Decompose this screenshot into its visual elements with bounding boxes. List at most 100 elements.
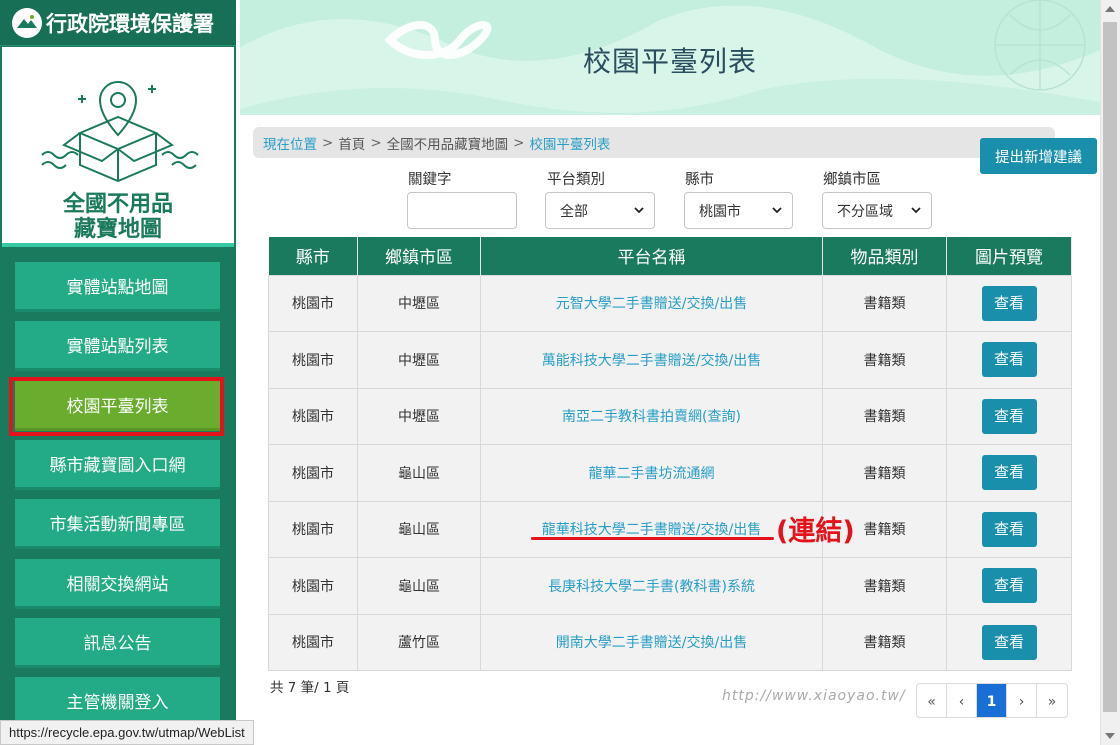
header-county: 縣市: [268, 237, 358, 275]
category-select-value: 全部: [560, 203, 588, 220]
status-bar-url: https://recycle.epa.gov.tw/utmap/WebList: [0, 720, 254, 745]
treasure-box-icon: [41, 81, 199, 183]
cell-category: 書籍類: [822, 613, 947, 671]
breadcrumb: 現在位置 > 首頁 > 全國不用品藏寶地圖 > 校園平臺列表: [253, 127, 1055, 158]
scroll-up-icon[interactable]: [1104, 4, 1116, 14]
cell-preview: 查看: [946, 274, 1072, 332]
suggest-new-button[interactable]: 提出新增建議: [980, 138, 1097, 174]
platform-link[interactable]: 元智大學二手書贈送/交換/出售: [480, 274, 823, 332]
breadcrumb-separator: >: [322, 134, 334, 151]
county-label: 縣市: [685, 172, 714, 188]
link-annotation: (連結): [776, 516, 855, 547]
chevron-down-icon: [911, 207, 921, 214]
treasure-map-banner[interactable]: 全國不用品 藏寶地圖: [2, 47, 234, 247]
table-row: 桃園市 龜山區 龍華二手書坊流通網 書籍類 查看: [268, 444, 1072, 502]
platform-link[interactable]: 長庚科技大學二手書(教科書)系統: [480, 557, 823, 615]
breadcrumb-separator: >: [370, 134, 382, 151]
annotation-underline: [531, 537, 774, 540]
cell-preview: 查看: [946, 500, 1072, 558]
record-count: 共 7 筆/ 1 頁: [270, 680, 350, 696]
page-title: 校園平臺列表: [582, 45, 757, 78]
district-select-value: 不分區域: [837, 203, 893, 220]
page-1-button[interactable]: 1: [977, 684, 1007, 717]
scrollbar-thumb[interactable]: [1103, 22, 1117, 712]
banner-title-line2: 藏寶地圖: [73, 217, 162, 242]
cell-category: 書籍類: [822, 387, 947, 445]
last-page-button[interactable]: »: [1037, 684, 1067, 717]
view-button[interactable]: 查看: [981, 398, 1037, 434]
cell-county: 桃園市: [268, 331, 358, 389]
view-button[interactable]: 查看: [981, 285, 1037, 321]
header-preview: 圖片預覽: [946, 237, 1072, 275]
org-title: 行政院環境保護署: [46, 11, 214, 36]
sidebar-item-exchange-sites[interactable]: 相關交換網站: [15, 559, 220, 609]
cell-category: 書籍類: [822, 274, 947, 332]
table-header-row: 縣市 鄉鎮市區 平台名稱 物品類別 圖片預覽: [268, 237, 1072, 275]
header-platform: 平台名稱: [480, 237, 823, 275]
keyword-input[interactable]: [407, 192, 517, 229]
table-row: 桃園市 蘆竹區 開南大學二手書贈送/交換/出售 書籍類 查看: [268, 613, 1072, 671]
table-row: 桃園市 龜山區 長庚科技大學二手書(教科書)系統 書籍類 查看: [268, 557, 1072, 615]
platform-link[interactable]: 龍華科技大學二手書贈送/交換/出售: [480, 500, 823, 558]
pagination: « ‹ 1 › »: [916, 683, 1068, 718]
cell-county: 桃園市: [268, 557, 358, 615]
category-label: 平台類別: [547, 172, 605, 188]
cell-preview: 查看: [946, 613, 1072, 671]
chevron-down-icon: [634, 207, 644, 214]
cell-district: 龜山區: [357, 444, 481, 502]
table-row: 桃園市 中壢區 元智大學二手書贈送/交換/出售 書籍類 查看: [268, 274, 1072, 332]
sidebar-item-site-list[interactable]: 實體站點列表: [15, 321, 220, 371]
cell-county: 桃園市: [268, 444, 358, 502]
cell-county: 桃園市: [268, 387, 358, 445]
platform-link[interactable]: 龍華二手書坊流通網: [480, 444, 823, 502]
cell-county: 桃園市: [268, 613, 358, 671]
banner-title-line1: 全國不用品: [62, 192, 173, 217]
campus-platform-table: 縣市 鄉鎮市區 平台名稱 物品類別 圖片預覽 桃園市 中壢區 元智大學二手書贈送…: [268, 237, 1072, 671]
platform-link[interactable]: 開南大學二手書贈送/交換/出售: [480, 613, 823, 671]
view-button[interactable]: 查看: [981, 342, 1037, 378]
prev-page-button[interactable]: ‹: [947, 684, 977, 717]
watermark: http://www.xiaoyao.tw/: [722, 688, 906, 704]
cell-category: 書籍類: [822, 557, 947, 615]
scroll-down-icon[interactable]: [1104, 731, 1116, 741]
cell-county: 桃園市: [268, 274, 358, 332]
category-select[interactable]: 全部: [545, 192, 655, 229]
next-page-button[interactable]: ›: [1007, 684, 1037, 717]
view-button[interactable]: 查看: [981, 568, 1037, 604]
cell-district: 龜山區: [357, 557, 481, 615]
sidebar-item-market-news[interactable]: 市集活動新聞專區: [15, 499, 220, 549]
view-button[interactable]: 查看: [981, 511, 1037, 547]
cell-district: 中壢區: [357, 274, 481, 332]
view-button[interactable]: 查看: [981, 624, 1037, 660]
breadcrumb-parent[interactable]: 全國不用品藏寶地圖: [387, 133, 509, 153]
header-category: 物品類別: [822, 237, 947, 275]
breadcrumb-separator: >: [513, 134, 525, 151]
county-select[interactable]: 桃園市: [684, 192, 793, 229]
cell-district: 龜山區: [357, 500, 481, 558]
sidebar-item-county-portal[interactable]: 縣市藏寶圖入口網: [15, 440, 220, 490]
breadcrumb-current: 校園平臺列表: [529, 136, 611, 153]
cell-preview: 查看: [946, 331, 1072, 389]
county-select-value: 桃園市: [699, 203, 741, 220]
cell-preview: 查看: [946, 444, 1072, 502]
platform-link[interactable]: 萬能科技大學二手書贈送/交換/出售: [480, 331, 823, 389]
table-row: 桃園市 中壢區 南亞二手教科書拍賣網(查詢) 書籍類 查看: [268, 387, 1072, 445]
table-row: 桃園市 中壢區 萬能科技大學二手書贈送/交換/出售 書籍類 查看: [268, 331, 1072, 389]
sidebar-item-site-map[interactable]: 實體站點地圖: [15, 262, 220, 312]
highlight-box: [9, 377, 224, 436]
header-district: 鄉鎮市區: [357, 237, 481, 275]
cell-category: 書籍類: [822, 444, 947, 502]
breadcrumb-prefix: 現在位置: [263, 136, 317, 153]
cell-district: 中壢區: [357, 387, 481, 445]
district-select[interactable]: 不分區域: [822, 192, 932, 229]
platform-link[interactable]: 南亞二手教科書拍賣網(查詢): [480, 387, 823, 445]
cell-district: 蘆竹區: [357, 613, 481, 671]
sidebar: 行政院環境保護署 全國不用品 藏寶地圖 實體站點地圖 實體站點列表 校園平臺列表…: [0, 0, 236, 745]
view-button[interactable]: 查看: [981, 455, 1037, 491]
sidebar-header[interactable]: 行政院環境保護署: [0, 0, 236, 46]
first-page-button[interactable]: «: [917, 684, 947, 717]
banner-title: 全國不用品 藏寶地圖: [2, 192, 234, 242]
cell-category: 書籍類: [822, 331, 947, 389]
breadcrumb-home[interactable]: 首頁: [338, 133, 365, 153]
sidebar-item-announcements[interactable]: 訊息公告: [15, 618, 220, 668]
